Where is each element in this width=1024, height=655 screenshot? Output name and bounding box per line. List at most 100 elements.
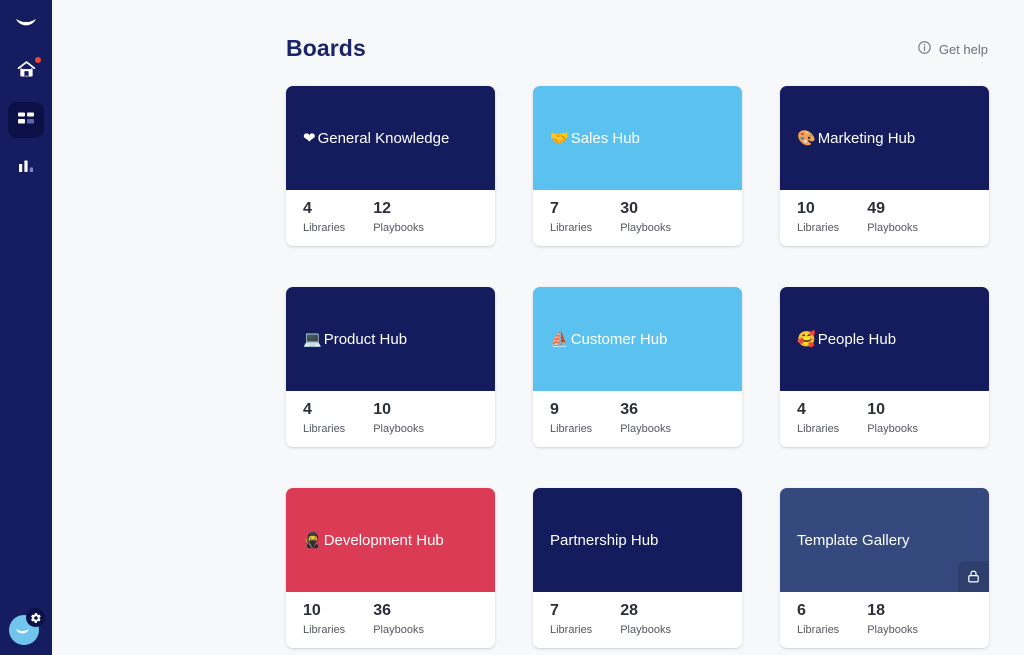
get-help-label: Get help bbox=[938, 41, 988, 57]
libraries-count: 6 bbox=[797, 602, 806, 619]
board-title: ❤ General Knowledge bbox=[303, 129, 449, 148]
board-name: Customer Hub bbox=[570, 330, 668, 348]
board-card-header: 🥷 Development Hub bbox=[286, 488, 495, 592]
libraries-label: Libraries bbox=[797, 423, 840, 435]
board-title: 🎨 Marketing Hub bbox=[797, 129, 915, 148]
stat-playbooks: 36 Playbooks bbox=[373, 600, 437, 648]
libraries-count: 4 bbox=[303, 401, 312, 418]
libraries-count: 7 bbox=[550, 602, 559, 619]
playbooks-label: Playbooks bbox=[620, 624, 671, 636]
libraries-label: Libraries bbox=[303, 423, 346, 435]
playbooks-label: Playbooks bbox=[373, 423, 424, 435]
board-card-stats: 7 Libraries 28 Playbooks bbox=[533, 592, 742, 648]
playbooks-label: Playbooks bbox=[620, 222, 671, 234]
board-card-header: ❤ General Knowledge bbox=[286, 86, 495, 190]
board-card[interactable]: 🥰 People Hub 4 Libraries 10 Playbooks bbox=[780, 287, 989, 447]
board-name: General Knowledge bbox=[317, 129, 450, 147]
board-card-stats: 4 Libraries 12 Playbooks bbox=[286, 190, 495, 246]
board-name: Development Hub bbox=[323, 531, 444, 549]
board-card-stats: 6 Libraries 18 Playbooks bbox=[780, 592, 989, 648]
board-card-stats: 4 Libraries 10 Playbooks bbox=[780, 391, 989, 447]
libraries-count: 9 bbox=[550, 401, 559, 418]
board-card-header: Partnership Hub bbox=[533, 488, 742, 592]
libraries-count: 10 bbox=[797, 200, 815, 217]
stat-playbooks: 10 Playbooks bbox=[867, 399, 931, 447]
board-card[interactable]: 🤝 Sales Hub 7 Libraries 30 Playbooks bbox=[533, 86, 742, 246]
ninja-emoji: 🥷 bbox=[303, 531, 322, 549]
playbooks-count: 18 bbox=[867, 602, 885, 619]
stat-libraries: 10 Libraries bbox=[797, 198, 839, 246]
board-name: Sales Hub bbox=[570, 129, 640, 147]
board-title: 💻 Product Hub bbox=[303, 330, 407, 349]
board-card-header: 🤝 Sales Hub bbox=[533, 86, 742, 190]
playbooks-count: 49 bbox=[867, 200, 885, 217]
libraries-label: Libraries bbox=[550, 222, 593, 234]
heart-emoji: ❤ bbox=[303, 129, 316, 147]
libraries-count: 4 bbox=[303, 200, 312, 217]
playbooks-label: Playbooks bbox=[867, 624, 918, 636]
libraries-count: 10 bbox=[303, 602, 321, 619]
playbooks-label: Playbooks bbox=[373, 624, 424, 636]
board-card[interactable]: Template Gallery 6 Libraries 18 Playbooks bbox=[780, 488, 989, 648]
board-title: Partnership Hub bbox=[550, 531, 658, 550]
playbooks-label: Playbooks bbox=[867, 423, 918, 435]
page-topbar: Boards Get help bbox=[90, 34, 990, 62]
page-title: Boards bbox=[286, 35, 366, 61]
playbooks-label: Playbooks bbox=[373, 222, 424, 234]
sidebar-item-analytics[interactable] bbox=[8, 150, 44, 186]
sidebar-nav bbox=[8, 54, 44, 186]
notification-dot bbox=[35, 57, 41, 63]
board-title: Template Gallery bbox=[797, 531, 910, 550]
stat-playbooks: 28 Playbooks bbox=[620, 600, 684, 648]
libraries-label: Libraries bbox=[797, 624, 840, 636]
boards-grid-icon bbox=[16, 108, 36, 133]
playbooks-count: 30 bbox=[620, 200, 638, 217]
board-card-header: 🥰 People Hub bbox=[780, 287, 989, 391]
board-title: 🤝 Sales Hub bbox=[550, 129, 640, 148]
sidebar bbox=[0, 0, 52, 655]
stat-playbooks: 36 Playbooks bbox=[620, 399, 684, 447]
board-card[interactable]: Partnership Hub 7 Libraries 28 Playbooks bbox=[533, 488, 742, 648]
playbooks-label: Playbooks bbox=[620, 423, 671, 435]
board-card-header: 💻 Product Hub bbox=[286, 287, 495, 391]
board-card-stats: 4 Libraries 10 Playbooks bbox=[286, 391, 495, 447]
stat-playbooks: 10 Playbooks bbox=[373, 399, 437, 447]
sidebar-account bbox=[0, 608, 52, 645]
playbooks-count: 12 bbox=[373, 200, 391, 217]
board-card[interactable]: 💻 Product Hub 4 Libraries 10 Playbooks bbox=[286, 287, 495, 447]
account-settings-button[interactable] bbox=[9, 608, 45, 645]
sailboat-emoji: ⛵ bbox=[550, 330, 569, 348]
board-card[interactable]: ❤ General Knowledge 4 Libraries 12 Playbooks bbox=[286, 86, 495, 246]
board-name: Partnership Hub bbox=[550, 531, 659, 549]
stat-libraries: 9 Libraries bbox=[550, 399, 592, 447]
playbooks-count: 10 bbox=[373, 401, 391, 418]
board-name: People Hub bbox=[817, 330, 897, 348]
stat-libraries: 6 Libraries bbox=[797, 600, 839, 648]
stat-playbooks: 18 Playbooks bbox=[867, 600, 931, 648]
brand-logo-icon[interactable] bbox=[6, 6, 46, 46]
libraries-label: Libraries bbox=[550, 624, 593, 636]
playbooks-count: 36 bbox=[373, 602, 391, 619]
board-card[interactable]: ⛵ Customer Hub 9 Libraries 36 Playbooks bbox=[533, 287, 742, 447]
board-name: Product Hub bbox=[323, 330, 408, 348]
sidebar-item-boards[interactable] bbox=[8, 102, 44, 138]
board-title: ⛵ Customer Hub bbox=[550, 330, 667, 349]
board-card-header: Template Gallery bbox=[780, 488, 989, 592]
get-help-button[interactable]: Get help bbox=[917, 40, 988, 58]
stat-libraries: 7 Libraries bbox=[550, 600, 592, 648]
main-content: Boards Get help ❤ General Knowledge 4 Libra… bbox=[52, 0, 1024, 655]
lock-icon bbox=[958, 561, 989, 592]
artist-palette-emoji: 🎨 bbox=[797, 129, 816, 147]
home-icon bbox=[16, 59, 37, 85]
board-card-stats: 10 Libraries 36 Playbooks bbox=[286, 592, 495, 648]
libraries-label: Libraries bbox=[303, 624, 346, 636]
stat-libraries: 10 Libraries bbox=[303, 600, 345, 648]
board-card[interactable]: 🎨 Marketing Hub 10 Libraries 49 Playbooks bbox=[780, 86, 989, 246]
sidebar-item-home[interactable] bbox=[8, 54, 44, 90]
handshake-emoji: 🤝 bbox=[550, 129, 569, 147]
playbooks-count: 36 bbox=[620, 401, 638, 418]
board-card[interactable]: 🥷 Development Hub 10 Libraries 36 Playbooks bbox=[286, 488, 495, 648]
info-circle-icon bbox=[917, 40, 932, 58]
gear-icon[interactable] bbox=[26, 608, 45, 627]
board-name: Template Gallery bbox=[797, 531, 910, 549]
